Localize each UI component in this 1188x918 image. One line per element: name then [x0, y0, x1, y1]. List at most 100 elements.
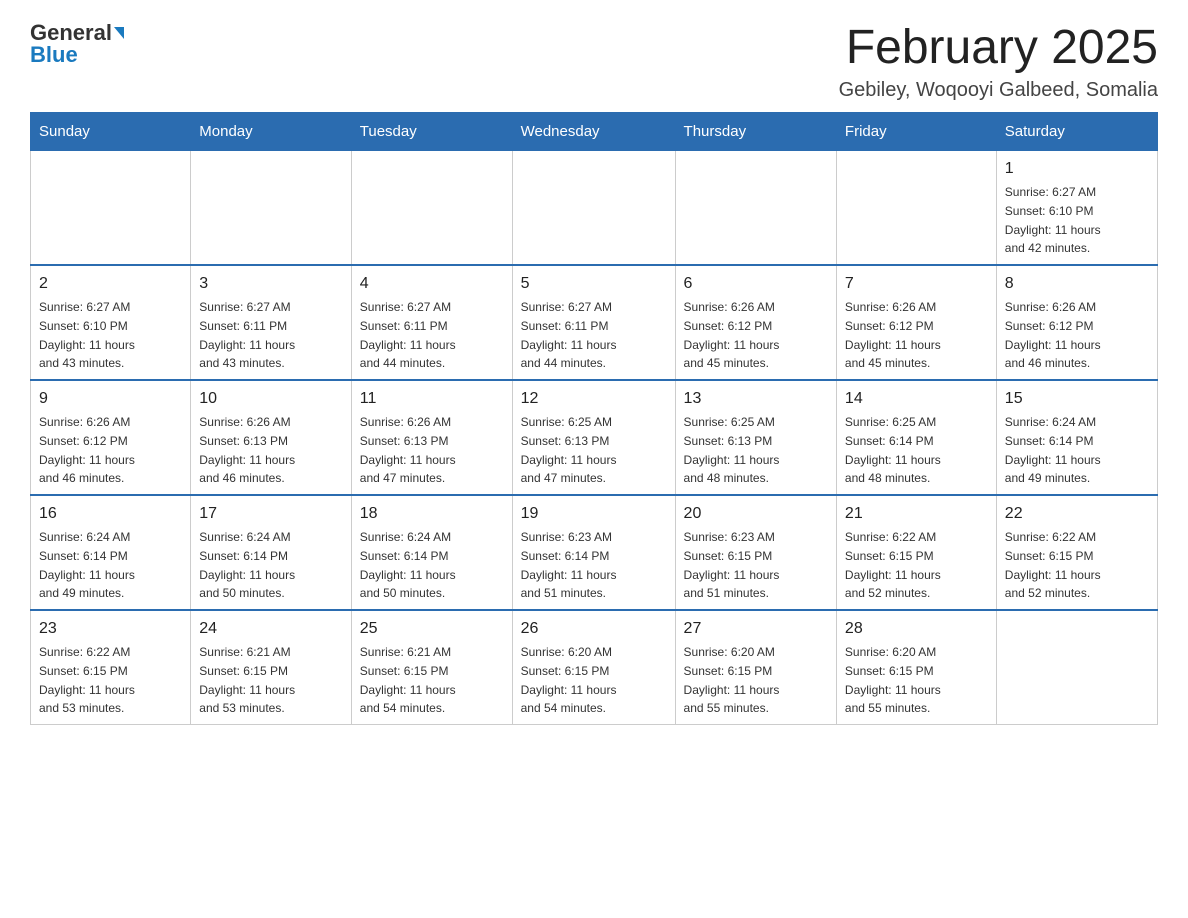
calendar-table: SundayMondayTuesdayWednesdayThursdayFrid…	[30, 112, 1158, 725]
day-info: Sunrise: 6:20 AM Sunset: 6:15 PM Dayligh…	[684, 645, 780, 715]
weekday-header-friday: Friday	[836, 113, 996, 151]
day-info: Sunrise: 6:22 AM Sunset: 6:15 PM Dayligh…	[845, 530, 941, 600]
day-number: 6	[684, 272, 828, 296]
logo-blue: Blue	[30, 42, 78, 68]
day-info: Sunrise: 6:26 AM Sunset: 6:12 PM Dayligh…	[845, 300, 941, 370]
calendar-week-row: 16 Sunrise: 6:24 AM Sunset: 6:14 PM Dayli…	[31, 495, 1158, 610]
calendar-cell: 21 Sunrise: 6:22 AM Sunset: 6:15 PM Dayli…	[836, 495, 996, 610]
day-info: Sunrise: 6:26 AM Sunset: 6:12 PM Dayligh…	[39, 415, 135, 485]
weekday-header-tuesday: Tuesday	[351, 113, 512, 151]
calendar-cell: 11 Sunrise: 6:26 AM Sunset: 6:13 PM Dayli…	[351, 380, 512, 495]
day-info: Sunrise: 6:27 AM Sunset: 6:10 PM Dayligh…	[1005, 185, 1101, 255]
calendar-cell	[675, 151, 836, 266]
title-block: February 2025 Gebiley, Woqooyi Galbeed, …	[839, 20, 1158, 102]
day-number: 18	[360, 502, 504, 526]
day-number: 16	[39, 502, 182, 526]
day-info: Sunrise: 6:22 AM Sunset: 6:15 PM Dayligh…	[39, 645, 135, 715]
day-number: 1	[1005, 157, 1149, 181]
calendar-cell: 23Sunrise: 6:22 AM Sunset: 6:15 PM Dayli…	[31, 610, 191, 725]
day-number: 7	[845, 272, 988, 296]
calendar-cell: 15 Sunrise: 6:24 AM Sunset: 6:14 PM Dayli…	[996, 380, 1157, 495]
day-number: 11	[360, 387, 504, 411]
day-number: 14	[845, 387, 988, 411]
calendar-cell: 22 Sunrise: 6:22 AM Sunset: 6:15 PM Dayli…	[996, 495, 1157, 610]
calendar-cell	[191, 151, 352, 266]
calendar-cell: 7 Sunrise: 6:26 AM Sunset: 6:12 PM Daylig…	[836, 265, 996, 380]
calendar-cell	[512, 151, 675, 266]
calendar-cell: 6 Sunrise: 6:26 AM Sunset: 6:12 PM Daylig…	[675, 265, 836, 380]
page-header: General Blue February 2025 Gebiley, Woqo…	[30, 20, 1158, 102]
calendar-subtitle: Gebiley, Woqooyi Galbeed, Somalia	[839, 79, 1158, 102]
weekday-header-saturday: Saturday	[996, 113, 1157, 151]
day-info: Sunrise: 6:25 AM Sunset: 6:13 PM Dayligh…	[684, 415, 780, 485]
calendar-cell	[31, 151, 191, 266]
day-info: Sunrise: 6:23 AM Sunset: 6:15 PM Dayligh…	[684, 530, 780, 600]
day-info: Sunrise: 6:26 AM Sunset: 6:12 PM Dayligh…	[1005, 300, 1101, 370]
calendar-cell: 26Sunrise: 6:20 AM Sunset: 6:15 PM Dayli…	[512, 610, 675, 725]
logo: General Blue	[30, 20, 124, 68]
day-info: Sunrise: 6:22 AM Sunset: 6:15 PM Dayligh…	[1005, 530, 1101, 600]
calendar-cell	[996, 610, 1157, 725]
day-info: Sunrise: 6:21 AM Sunset: 6:15 PM Dayligh…	[360, 645, 456, 715]
calendar-cell: 17Sunrise: 6:24 AM Sunset: 6:14 PM Dayli…	[191, 495, 352, 610]
day-number: 17	[199, 502, 343, 526]
calendar-week-row: 9 Sunrise: 6:26 AM Sunset: 6:12 PM Daylig…	[31, 380, 1158, 495]
calendar-cell: 12 Sunrise: 6:25 AM Sunset: 6:13 PM Dayli…	[512, 380, 675, 495]
calendar-cell: 16 Sunrise: 6:24 AM Sunset: 6:14 PM Dayli…	[31, 495, 191, 610]
day-info: Sunrise: 6:26 AM Sunset: 6:13 PM Dayligh…	[360, 415, 456, 485]
calendar-cell: 9 Sunrise: 6:26 AM Sunset: 6:12 PM Daylig…	[31, 380, 191, 495]
calendar-cell: 28 Sunrise: 6:20 AM Sunset: 6:15 PM Dayli…	[836, 610, 996, 725]
weekday-header-monday: Monday	[191, 113, 352, 151]
day-info: Sunrise: 6:25 AM Sunset: 6:13 PM Dayligh…	[521, 415, 617, 485]
day-number: 25	[360, 617, 504, 641]
day-number: 28	[845, 617, 988, 641]
day-number: 27	[684, 617, 828, 641]
day-number: 3	[199, 272, 343, 296]
calendar-cell: 2 Sunrise: 6:27 AM Sunset: 6:10 PM Daylig…	[31, 265, 191, 380]
calendar-cell: 20 Sunrise: 6:23 AM Sunset: 6:15 PM Dayli…	[675, 495, 836, 610]
day-info: Sunrise: 6:25 AM Sunset: 6:14 PM Dayligh…	[845, 415, 941, 485]
day-info: Sunrise: 6:24 AM Sunset: 6:14 PM Dayligh…	[1005, 415, 1101, 485]
day-number: 15	[1005, 387, 1149, 411]
calendar-cell: 18 Sunrise: 6:24 AM Sunset: 6:14 PM Dayli…	[351, 495, 512, 610]
weekday-header-row: SundayMondayTuesdayWednesdayThursdayFrid…	[31, 113, 1158, 151]
day-info: Sunrise: 6:26 AM Sunset: 6:12 PM Dayligh…	[684, 300, 780, 370]
calendar-cell: 8 Sunrise: 6:26 AM Sunset: 6:12 PM Daylig…	[996, 265, 1157, 380]
calendar-cell: 24Sunrise: 6:21 AM Sunset: 6:15 PM Dayli…	[191, 610, 352, 725]
day-info: Sunrise: 6:26 AM Sunset: 6:13 PM Dayligh…	[199, 415, 295, 485]
day-info: Sunrise: 6:20 AM Sunset: 6:15 PM Dayligh…	[521, 645, 617, 715]
day-info: Sunrise: 6:24 AM Sunset: 6:14 PM Dayligh…	[360, 530, 456, 600]
calendar-title: February 2025	[839, 20, 1158, 75]
day-info: Sunrise: 6:27 AM Sunset: 6:11 PM Dayligh…	[360, 300, 456, 370]
day-number: 10	[199, 387, 343, 411]
calendar-week-row: 2 Sunrise: 6:27 AM Sunset: 6:10 PM Daylig…	[31, 265, 1158, 380]
weekday-header-thursday: Thursday	[675, 113, 836, 151]
calendar-cell: 10 Sunrise: 6:26 AM Sunset: 6:13 PM Dayli…	[191, 380, 352, 495]
calendar-cell: 13Sunrise: 6:25 AM Sunset: 6:13 PM Dayli…	[675, 380, 836, 495]
day-number: 9	[39, 387, 182, 411]
weekday-header-wednesday: Wednesday	[512, 113, 675, 151]
calendar-cell: 5Sunrise: 6:27 AM Sunset: 6:11 PM Daylig…	[512, 265, 675, 380]
day-number: 12	[521, 387, 667, 411]
calendar-cell: 27 Sunrise: 6:20 AM Sunset: 6:15 PM Dayli…	[675, 610, 836, 725]
day-info: Sunrise: 6:27 AM Sunset: 6:11 PM Dayligh…	[199, 300, 295, 370]
calendar-cell: 19Sunrise: 6:23 AM Sunset: 6:14 PM Dayli…	[512, 495, 675, 610]
calendar-cell: 1 Sunrise: 6:27 AM Sunset: 6:10 PM Daylig…	[996, 151, 1157, 266]
day-number: 5	[521, 272, 667, 296]
calendar-cell	[351, 151, 512, 266]
day-number: 4	[360, 272, 504, 296]
calendar-cell: 25 Sunrise: 6:21 AM Sunset: 6:15 PM Dayli…	[351, 610, 512, 725]
day-number: 19	[521, 502, 667, 526]
day-info: Sunrise: 6:20 AM Sunset: 6:15 PM Dayligh…	[845, 645, 941, 715]
day-number: 22	[1005, 502, 1149, 526]
day-info: Sunrise: 6:27 AM Sunset: 6:10 PM Dayligh…	[39, 300, 135, 370]
day-number: 21	[845, 502, 988, 526]
day-number: 8	[1005, 272, 1149, 296]
calendar-cell: 14 Sunrise: 6:25 AM Sunset: 6:14 PM Dayli…	[836, 380, 996, 495]
calendar-week-row: 1 Sunrise: 6:27 AM Sunset: 6:10 PM Daylig…	[31, 151, 1158, 266]
logo-arrow-icon	[114, 27, 124, 39]
day-info: Sunrise: 6:24 AM Sunset: 6:14 PM Dayligh…	[39, 530, 135, 600]
day-number: 20	[684, 502, 828, 526]
day-number: 2	[39, 272, 182, 296]
weekday-header-sunday: Sunday	[31, 113, 191, 151]
